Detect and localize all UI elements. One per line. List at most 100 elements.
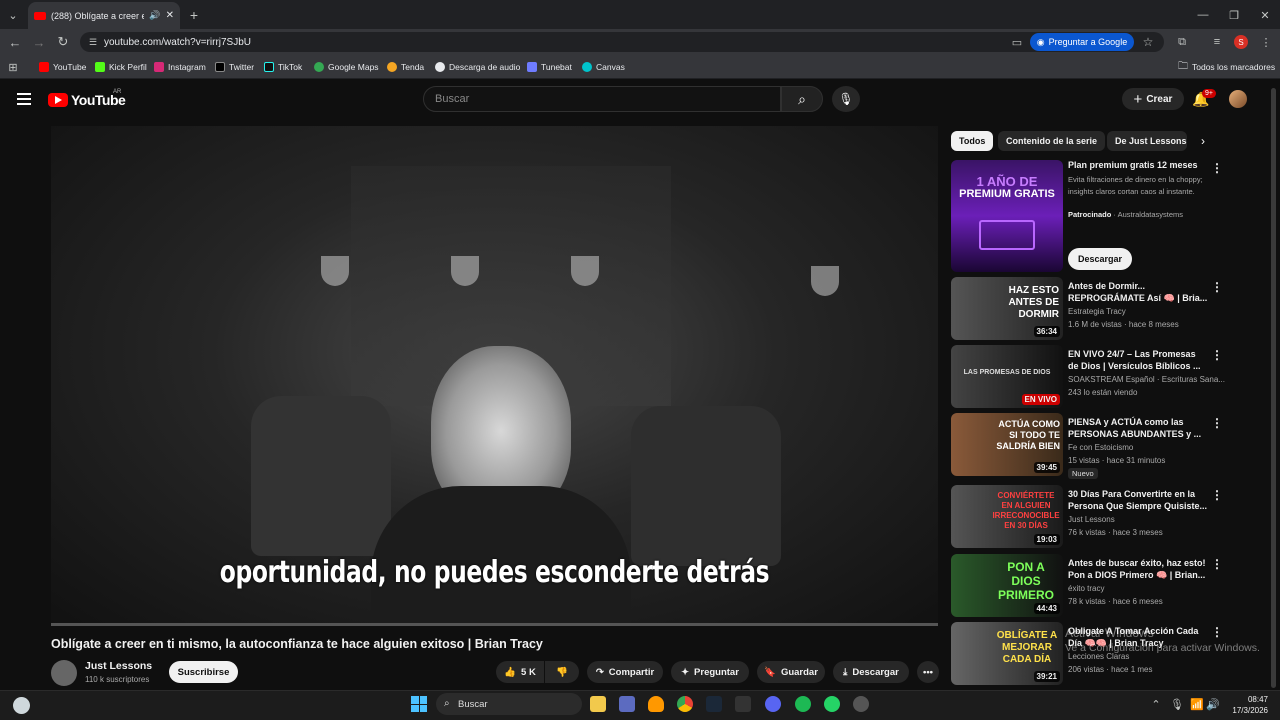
bookmark-star-icon[interactable]: ☆ [1141, 35, 1155, 49]
channel-name[interactable]: Just Lessons [85, 660, 152, 672]
ask-button[interactable]: ✦ Preguntar [671, 661, 749, 683]
whatsapp-icon[interactable] [824, 696, 840, 712]
store-icon[interactable] [619, 696, 635, 712]
recommendation-item[interactable]: CONVIÉRTETE EN ALGUIEN IRRECONOCIBLE EN … [951, 485, 1261, 551]
apps-grid-icon[interactable]: ⊞ [7, 61, 19, 74]
chip-series[interactable]: Contenido de la serie [998, 131, 1106, 151]
subscribe-button[interactable]: Suscribirse [169, 661, 238, 683]
windows-activation-watermark: Activar Windows Ve a Configuración para … [1065, 626, 1260, 656]
download-button[interactable]: ⤓ Descargar [833, 661, 909, 683]
speaker-icon[interactable]: 🔊 [149, 10, 160, 21]
save-button[interactable]: 🔖 Guardar [757, 661, 825, 683]
save-bookmark-icon: 🔖 [764, 666, 776, 678]
page-scrollbar[interactable] [1271, 88, 1276, 688]
epic-games-icon[interactable] [735, 696, 751, 712]
new-tab-icon[interactable]: + [186, 7, 202, 23]
taskbar-search[interactable]: Buscar [436, 693, 582, 715]
clock[interactable]: 08:47 17/3/2026 [1226, 694, 1268, 716]
recommendation-menu-icon[interactable]: ⋮ [1211, 416, 1223, 430]
file-explorer-icon[interactable] [590, 696, 606, 712]
sponsored-download-button[interactable]: Descargar [1068, 248, 1132, 270]
create-button[interactable]: + Crear [1122, 88, 1184, 110]
forward-icon[interactable]: → [32, 35, 46, 50]
site-info-icon[interactable]: ☰ [87, 36, 99, 48]
volume-icon[interactable]: 🔊 [1206, 698, 1220, 711]
bookmark-audio-download[interactable]: Descarga de audio [435, 61, 520, 73]
close-window-icon[interactable]: ✕ [1258, 8, 1272, 22]
recommendation-thumbnail: OBLÍGATE A MEJORAR CADA DÍA 39:21 [951, 622, 1063, 685]
bookmark-youtube[interactable]: YouTube [39, 61, 86, 73]
ask-google-label: Preguntar a Google [1048, 37, 1128, 47]
brave-icon[interactable] [648, 696, 664, 712]
bookmark-twitter[interactable]: Twitter [215, 61, 254, 73]
video-progress-bar[interactable] [51, 623, 938, 626]
bookmark-instagram[interactable]: Instagram [154, 61, 206, 73]
back-icon[interactable]: ← [8, 35, 22, 50]
recommendation-item[interactable]: ACTÚA COMO SI TODO TE SALDRÍA BIEN 39:45 … [951, 413, 1261, 479]
recommendation-menu-icon[interactable]: ⋮ [1211, 348, 1223, 362]
windows-start-icon[interactable] [411, 696, 427, 712]
browser-tab[interactable]: (288) Oblígate a creer en ti 🔊 ✕ [28, 2, 180, 29]
recommendation-item[interactable]: HAZ ESTO ANTES DE DORMIR 36:34 Antes de D… [951, 277, 1261, 343]
channel-avatar[interactable] [51, 660, 77, 686]
chrome-icon[interactable] [677, 696, 693, 712]
restore-icon[interactable]: ❐ [1227, 8, 1241, 22]
video-player[interactable] [51, 126, 938, 626]
search-input[interactable]: Buscar [423, 86, 781, 112]
cast-icon[interactable]: ▭ [1010, 35, 1024, 49]
recommendation-menu-icon[interactable]: ⋮ [1211, 557, 1223, 571]
tab-search-icon[interactable]: ⌄ [6, 8, 20, 22]
sponsored-thumbnail[interactable]: 1 AÑO DE PREMIUM GRATIS [951, 160, 1063, 272]
bookmark-tenda[interactable]: Tenda [387, 61, 424, 73]
discord-icon[interactable] [765, 696, 781, 712]
sponsored-title[interactable]: Plan premium gratis 12 meses [1068, 160, 1208, 170]
recommendation-menu-icon[interactable]: ⋮ [1211, 488, 1223, 502]
hamburger-menu-icon[interactable] [17, 93, 31, 105]
more-actions-button[interactable]: ••• [917, 661, 939, 683]
bookmark-google-maps[interactable]: Google Maps [314, 61, 379, 73]
voice-search-button[interactable]: 🎙 [832, 86, 860, 112]
spotify-icon[interactable] [795, 696, 811, 712]
duration-badge: 36:34 [1033, 326, 1060, 337]
extensions-icon[interactable]: ⧉ [1175, 35, 1189, 49]
wifi-icon[interactable]: 📶 [1190, 698, 1204, 711]
account-avatar[interactable] [1229, 90, 1247, 108]
ask-google-button[interactable]: ◉ Preguntar a Google [1030, 33, 1134, 51]
dislike-button[interactable]: 👎 [545, 661, 579, 683]
download-icon: ⤓ [843, 666, 848, 678]
thumbs-down-icon: 👎 [556, 666, 568, 678]
menu-kebab-icon[interactable]: ⋮ [1259, 35, 1273, 49]
app-icon[interactable] [853, 696, 869, 712]
sponsored-byline: Patrocinado · Australdatasystems [1068, 210, 1184, 219]
chip-just-lessons[interactable]: De Just Lessons [1107, 131, 1187, 151]
bookmark-canvas[interactable]: Canvas [582, 61, 625, 73]
steam-icon[interactable] [706, 696, 722, 712]
chip-todos[interactable]: Todos [951, 131, 994, 151]
tray-overflow-icon[interactable]: ⌃ [1150, 698, 1162, 711]
bookmark-kick[interactable]: Kick Perfil [95, 61, 147, 73]
recommendation-item[interactable]: PON A DIOS PRIMERO 44:43 Antes de buscar … [951, 554, 1261, 620]
address-bar[interactable]: youtube.com/watch?v=rirrj7SJbU [80, 32, 1164, 52]
microphone-tray-icon[interactable]: 🎙 [1170, 698, 1184, 711]
media-controls-icon[interactable]: ≡ [1210, 35, 1224, 49]
all-bookmarks[interactable]: 🗀 Todos los marcadores [1178, 61, 1275, 73]
watermark-line2: Ve a Configuración para activar Windows. [1065, 642, 1260, 654]
weather-widget-icon[interactable] [13, 697, 30, 714]
bookmark-tunebat[interactable]: Tunebat [527, 61, 572, 73]
bookmark-tiktok[interactable]: TikTok [264, 61, 302, 73]
minimize-icon[interactable]: — [1196, 8, 1210, 22]
search-button[interactable]: ⌕ [781, 86, 823, 112]
audio-download-icon [435, 62, 445, 72]
reload-icon[interactable]: ↻ [56, 34, 70, 49]
like-button[interactable]: 👍 5 K [496, 661, 544, 683]
x-icon [215, 62, 225, 72]
recommendation-item[interactable]: LAS PROMESAS DE DIOS EN VIVO EN VIVO 24/7… [951, 345, 1261, 411]
recommendation-menu-icon[interactable]: ⋮ [1211, 280, 1223, 294]
share-button[interactable]: ↷ Compartir [587, 661, 663, 683]
recommendation-meta: 76 k vistas · hace 3 meses [1068, 528, 1163, 537]
chips-next-icon[interactable]: › [1196, 134, 1210, 148]
close-tab-icon[interactable]: ✕ [166, 10, 174, 21]
sponsored-menu-icon[interactable]: ⋮ [1211, 161, 1223, 175]
recommendation-title: 30 Días Para Convertirte en la Persona Q… [1068, 489, 1208, 511]
profile-avatar[interactable]: S [1234, 35, 1248, 49]
